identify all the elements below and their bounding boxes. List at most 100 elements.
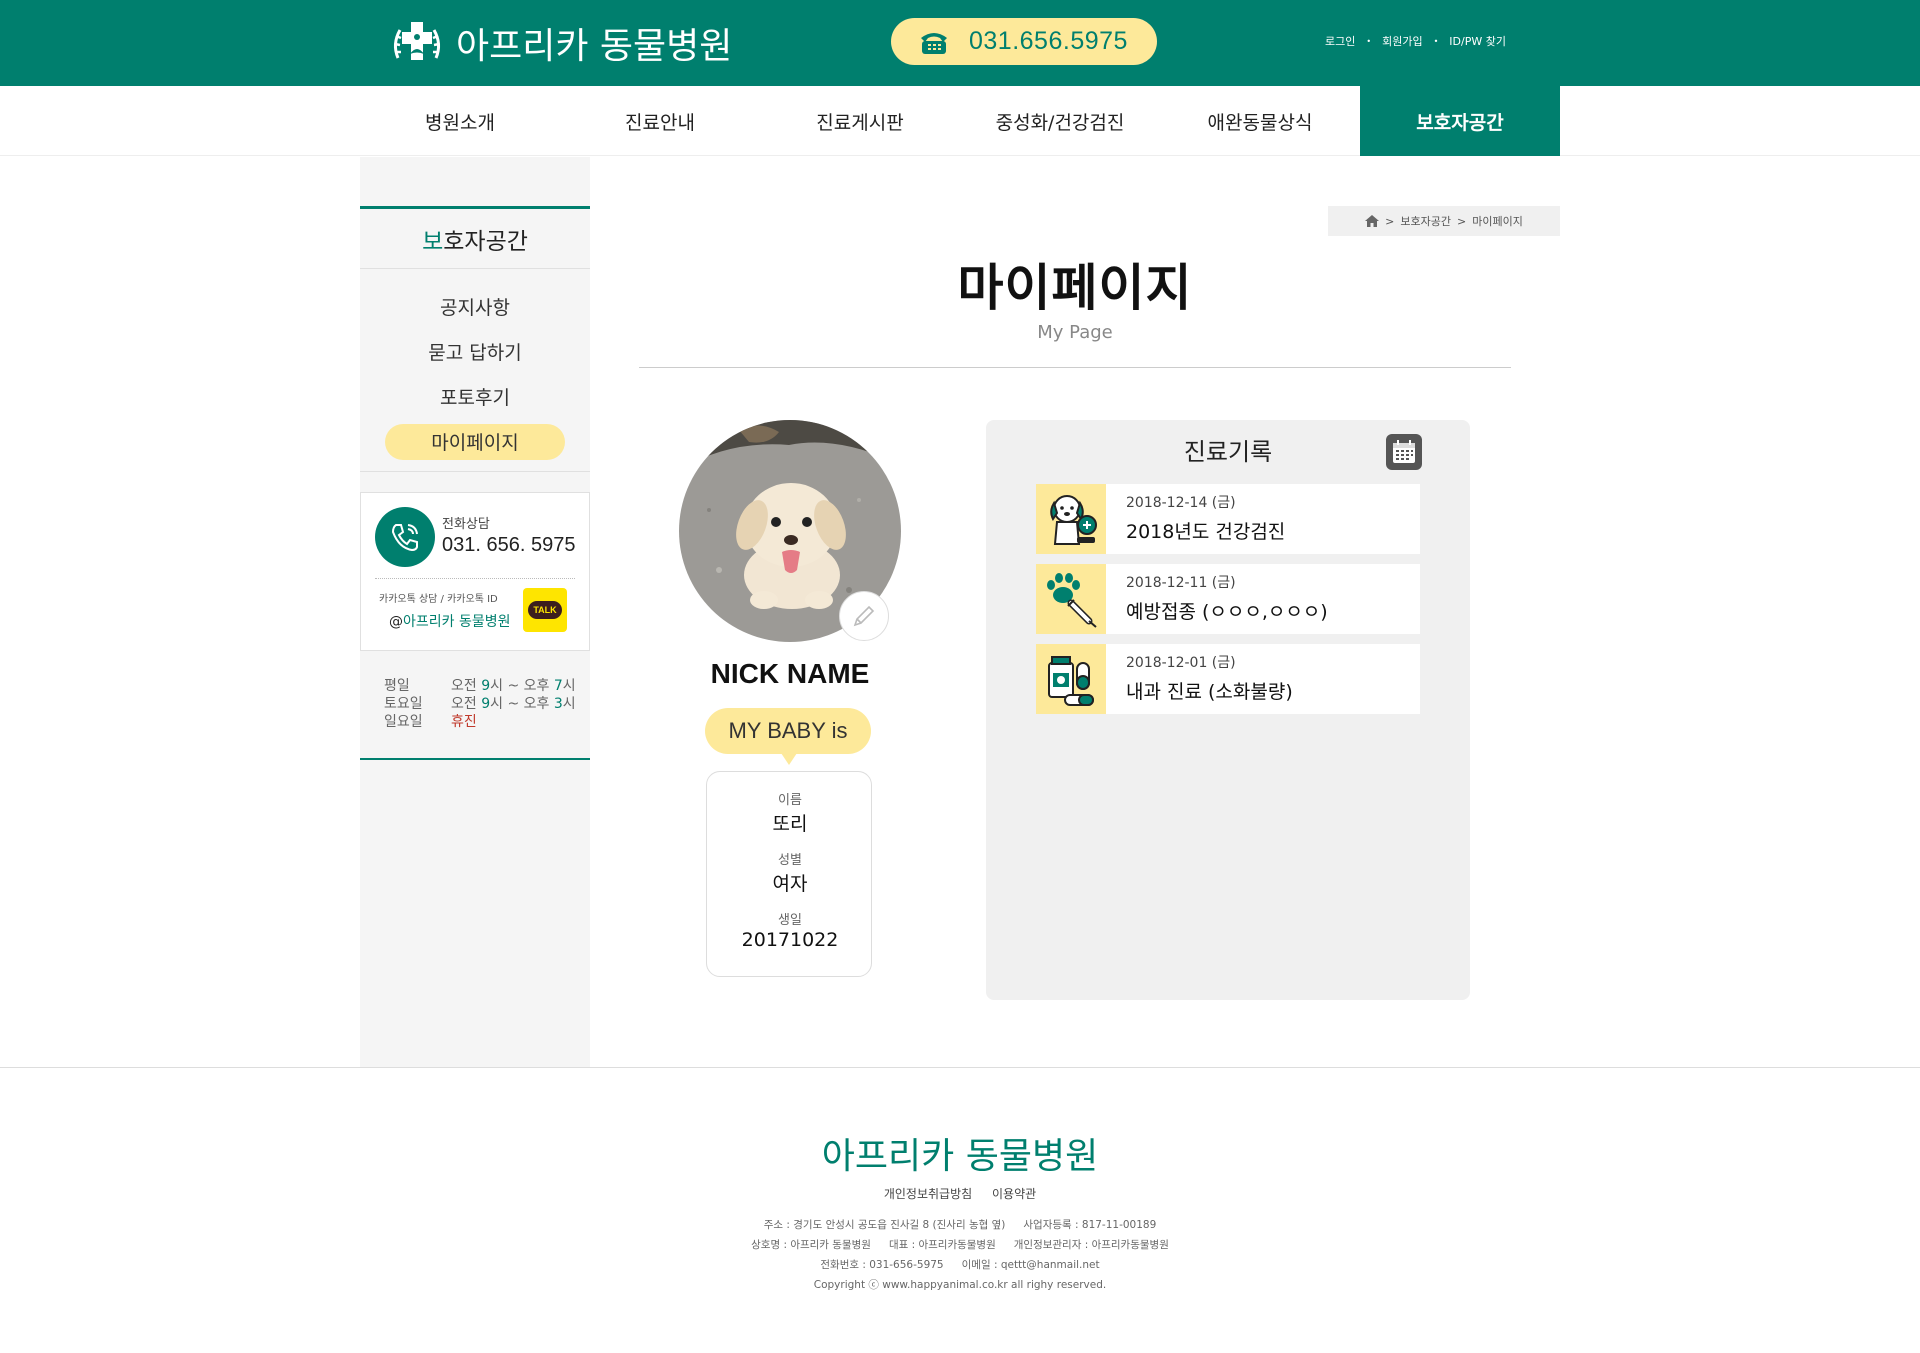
- divider: [0, 1067, 1920, 1068]
- nickname: NICK NAME: [710, 658, 870, 689]
- pet-birthday-value: 20171022: [741, 929, 839, 951]
- sidebar-title: 보 호자공간: [360, 206, 590, 269]
- record-title: 내과 진료 (소화불량): [1126, 681, 1293, 703]
- divider: [360, 471, 590, 472]
- footer-ceo: 대표 : 아프리카동물병원: [888, 1239, 996, 1251]
- sidebar-item-label: 공지사항: [440, 297, 510, 319]
- privacy-policy-link[interactable]: 개인정보취급방침: [884, 1187, 972, 1201]
- nav-item-treatment-board[interactable]: 진료게시판: [760, 86, 960, 156]
- pet-name-value: 또리: [772, 813, 808, 835]
- footer-email: 이메일 : qettt@hanmail.net: [961, 1259, 1100, 1271]
- logo[interactable]: 아프리카 동물병원: [388, 14, 732, 72]
- footer-company-name: 상호명 : 아프리카 동물병원: [751, 1239, 871, 1251]
- separator-dot: •: [1433, 36, 1439, 46]
- pet-info-card: 이름 또리 성별 여자 생일 20171022: [706, 771, 872, 977]
- pet-sex-label: 성별: [778, 853, 802, 868]
- kakao-id-text: 아프리카 동물병원: [403, 614, 511, 630]
- main-nav: 병원소개 진료안내 진료게시판 중성화/건강검진 애완동물상식 보호자공간: [0, 86, 1920, 156]
- sidebar-item-qna[interactable]: 묻고 답하기: [360, 329, 590, 374]
- hours-row-sunday: 일요일 휴진: [384, 713, 576, 731]
- record-item[interactable]: 2018-12-11 (금) 예방접종 (ㅇㅇㅇ,ㅇㅇㅇ): [1036, 564, 1420, 634]
- footer-links: 개인정보취급방침 이용약관: [0, 1185, 1920, 1202]
- hours-row-saturday: 토요일 오전 9시 ~ 오후 3시: [384, 695, 576, 713]
- terms-link[interactable]: 이용약관: [992, 1187, 1036, 1201]
- site-header: 아프리카 동물병원 031.656.5975 로그인 • 회원가입 • ID/P…: [0, 0, 1920, 86]
- record-date: 2018-12-11 (금): [1126, 575, 1236, 591]
- kakao-talk-icon[interactable]: TALK: [523, 588, 567, 632]
- sidebar-item-label: 포토후기: [440, 387, 510, 409]
- edit-profile-button[interactable]: [839, 591, 889, 641]
- header-phone-number: 031.656.5975: [969, 27, 1128, 55]
- page-title: 마이페이지: [957, 259, 1193, 317]
- footer-business-number: 사업자등록 : 817-11-00189: [1023, 1219, 1157, 1231]
- calendar-button[interactable]: [1386, 434, 1422, 470]
- hours-day: 토요일: [384, 696, 423, 712]
- breadcrumb: > 보호자공간 > 마이페이지: [1328, 206, 1560, 236]
- header-phone[interactable]: 031.656.5975: [891, 18, 1157, 65]
- kakao-label: 카카오톡 상담 / 카카오톡 ID: [379, 594, 498, 605]
- record-item[interactable]: 2018-12-14 (금) 2018년도 건강검진: [1036, 484, 1420, 554]
- contact-number: 031. 656. 5975: [442, 534, 576, 556]
- separator-dot: •: [1366, 36, 1372, 46]
- sidebar-item-label: 마이페이지: [385, 423, 565, 460]
- divider: [639, 367, 1511, 368]
- phone-call-icon: [375, 507, 435, 567]
- logo-text: 아프리카 동물병원: [456, 26, 733, 67]
- hours-closed: 휴진: [451, 714, 477, 730]
- footer-copyright: Copyright ⓒ www.happyanimal.co.kr all ri…: [0, 1277, 1920, 1292]
- contact-label: 전화상담: [442, 517, 490, 532]
- record-date: 2018-12-01 (금): [1126, 655, 1236, 671]
- sidebar-title-rest: 호자공간: [443, 228, 528, 255]
- nav-item-treatment-guide[interactable]: 진료안내: [560, 86, 760, 156]
- medicine-icon: [1036, 644, 1106, 714]
- login-link[interactable]: 로그인: [1325, 33, 1355, 49]
- nav-item-neutering-checkup[interactable]: 중성화/건강검진: [960, 86, 1160, 156]
- page-subtitle: My Page: [1037, 322, 1113, 343]
- dog-checkup-icon: [1036, 484, 1106, 554]
- nav-item-hospital-intro[interactable]: 병원소개: [360, 86, 560, 156]
- telephone-icon: [921, 32, 947, 54]
- footer-privacy-manager: 개인정보관리자 : 아프리카동물병원: [1013, 1239, 1169, 1251]
- sidebar-item-photo-review[interactable]: 포토후기: [360, 374, 590, 419]
- sidebar-menu: 공지사항 묻고 답하기 포토후기 마이페이지: [360, 284, 590, 464]
- pencil-icon: [853, 605, 875, 627]
- hours-time: 오전 9시 ~ 오후 7시: [451, 678, 576, 694]
- nav-item-pet-knowledge[interactable]: 애완동물상식: [1160, 86, 1360, 156]
- footer-info-line: 주소 : 경기도 안성시 공도읍 진사길 8 (진사리 농협 옆) 사업자등록 :…: [0, 1217, 1920, 1232]
- my-baby-label: MY BABY is: [705, 708, 871, 754]
- home-icon[interactable]: [1365, 215, 1380, 227]
- logo-cross-laurel-icon: [393, 22, 441, 60]
- breadcrumb-item[interactable]: 마이페이지: [1472, 213, 1523, 229]
- hours-row-weekday: 평일 오전 9시 ~ 오후 7시: [384, 677, 576, 695]
- sidebar-item-label: 묻고 답하기: [428, 342, 522, 364]
- kakao-badge-text: TALK: [528, 601, 562, 619]
- kakao-id: @아프리카 동물병원: [389, 611, 511, 631]
- footer-address: 주소 : 경기도 안성시 공도읍 진사길 8 (진사리 농협 옆): [763, 1219, 1006, 1231]
- nav-item-guardian-space[interactable]: 보호자공간: [1360, 86, 1560, 156]
- opening-hours: 평일 오전 9시 ~ 오후 7시 토요일 오전 9시 ~ 오후 3시 일요일 휴…: [384, 677, 576, 731]
- hours-day: 일요일: [384, 714, 423, 730]
- sidebar-title-accent: 보: [422, 228, 444, 255]
- footer-info-line: 상호명 : 아프리카 동물병원 대표 : 아프리카동물병원 개인정보관리자 : 아프…: [0, 1237, 1920, 1252]
- sidebar-item-notice[interactable]: 공지사항: [360, 284, 590, 329]
- record-date: 2018-12-14 (금): [1126, 495, 1236, 511]
- footer-logo-text: 아프리카 동물병원: [821, 1136, 1099, 1177]
- breadcrumb-item[interactable]: 보호자공간: [1400, 213, 1451, 229]
- breadcrumb-separator: >: [1385, 214, 1395, 228]
- pet-birthday-label: 생일: [778, 913, 802, 928]
- divider: [360, 758, 590, 760]
- pet-sex-value: 여자: [772, 873, 808, 895]
- kakao-at: @: [389, 614, 403, 630]
- record-item[interactable]: 2018-12-01 (금) 내과 진료 (소화불량): [1036, 644, 1420, 714]
- find-id-pw-link[interactable]: ID/PW 찾기: [1449, 33, 1506, 49]
- sidebar-item-mypage[interactable]: 마이페이지: [360, 419, 590, 464]
- footer-info-line: 전화번호 : 031-656-5975 이메일 : qettt@hanmail.n…: [0, 1257, 1920, 1272]
- calendar-icon: [1393, 440, 1415, 463]
- paw-syringe-icon: [1036, 564, 1106, 634]
- footer-copyright-text: Copyright ⓒ www.happyanimal.co.kr all ri…: [813, 1279, 1107, 1291]
- footer-phone: 전화번호 : 031-656-5975: [820, 1259, 944, 1271]
- signup-link[interactable]: 회원가입: [1382, 33, 1422, 49]
- breadcrumb-separator: >: [1457, 214, 1467, 228]
- treatment-records-panel: 진료기록 2018-12-14 (금) 2018년도 건강검진 2018-12-…: [986, 420, 1470, 1000]
- top-links: 로그인 • 회원가입 • ID/PW 찾기: [1325, 33, 1506, 49]
